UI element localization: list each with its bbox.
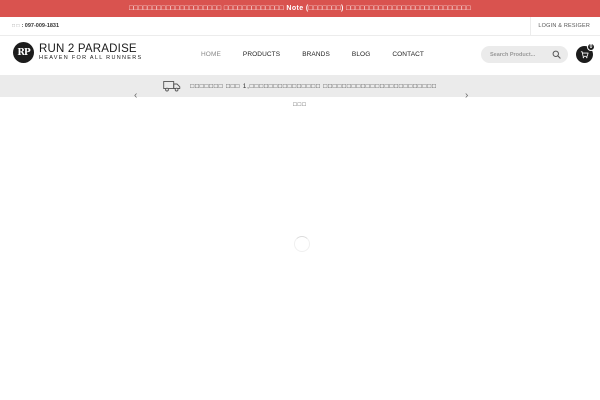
promo-text: □□□□□□□ □□□ 1,□□□□□□□□□□□□□□□ □□□□□□□□□□… [190, 82, 437, 90]
cart-button[interactable]: 0 [576, 43, 595, 63]
login-register-link[interactable]: LOGIN & RESIGER [530, 16, 590, 36]
announcement-text: □□□□□□□□□□□□□□□□□□□□ □□□□□□□□□□□□□ Note … [128, 5, 472, 12]
slider-prev-arrow-icon[interactable]: ‹ [134, 91, 137, 101]
site-logo[interactable]: RP RUN 2 PARADISE HEAVEN FOR ALL RUNNERS [13, 42, 142, 63]
cart-icon [580, 51, 589, 59]
slider-dots[interactable]: □□□ [0, 102, 600, 108]
loading-spinner-icon [294, 236, 310, 252]
truck-icon [163, 81, 181, 92]
announcement-bar: □□□□□□□□□□□□□□□□□□□□ □□□□□□□□□□□□□ Note … [0, 0, 600, 17]
search-input[interactable] [490, 51, 550, 58]
phone-icon: □ □ [12, 23, 20, 29]
site-header: RP RUN 2 PARADISE HEAVEN FOR ALL RUNNERS… [0, 36, 600, 75]
promo-banner: □□□□□□□ □□□ 1,□□□□□□□□□□□□□□□ □□□□□□□□□□… [0, 75, 600, 97]
nav-item-blog[interactable]: BLOG [341, 50, 381, 60]
search-icon[interactable] [552, 50, 561, 59]
search-box [481, 46, 568, 63]
nav-item-contact[interactable]: CONTACT [381, 50, 435, 60]
logo-title: RUN 2 PARADISE [39, 43, 137, 55]
nav-item-brands[interactable]: BRANDS [291, 50, 341, 60]
nav-item-home[interactable]: HOME [190, 50, 232, 60]
slider-next-arrow-icon[interactable]: › [465, 91, 468, 101]
logo-text: RUN 2 PARADISE HEAVEN FOR ALL RUNNERS [39, 43, 142, 62]
logo-mark-icon: RP [13, 42, 34, 63]
main-nav: HOME PRODUCTS BRANDS BLOG CONTACT [190, 50, 435, 60]
phone-contact[interactable]: □ □ : 097-009-1831 [12, 23, 59, 29]
phone-number: : 097-009-1831 [21, 23, 60, 29]
cart-count-badge: 0 [587, 43, 595, 51]
top-bar: □ □ : 097-009-1831 LOGIN & RESIGER [0, 16, 600, 36]
logo-tagline: HEAVEN FOR ALL RUNNERS [39, 55, 143, 61]
nav-item-products[interactable]: PRODUCTS [232, 50, 291, 60]
